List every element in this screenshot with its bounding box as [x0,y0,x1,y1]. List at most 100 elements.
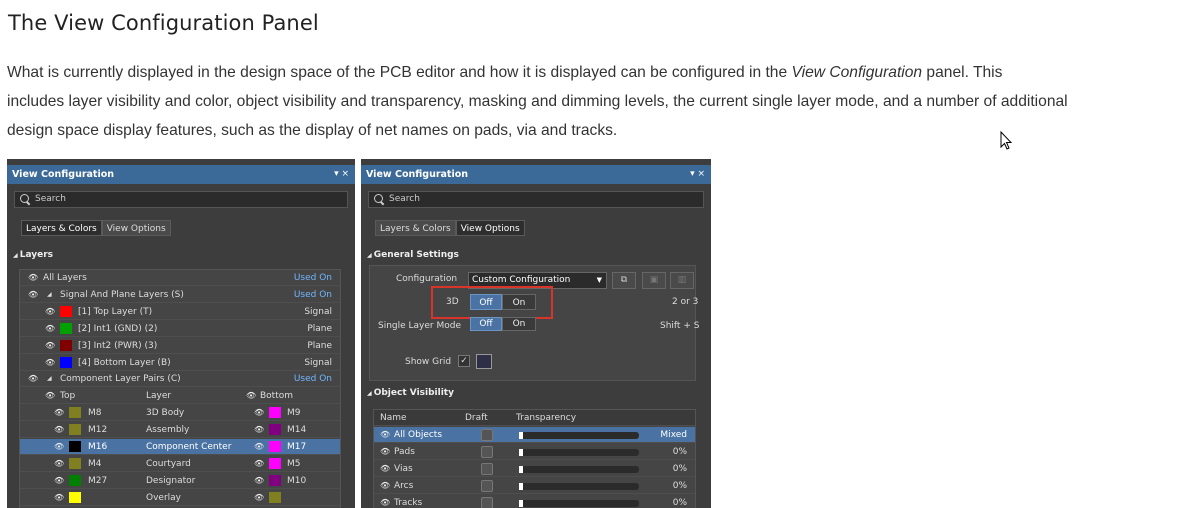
eye-icon[interactable]: 👁 [254,422,264,438]
signal-group-row[interactable]: 👁 ◢ Signal And Plane Layers (S) Used On [20,287,340,303]
transparency-slider[interactable] [519,483,639,490]
used-on-toggle[interactable]: Used On [294,371,332,387]
layer-color-swatch[interactable] [60,323,72,334]
collapse-icon[interactable]: ◢ [47,287,52,303]
layer-color-swatch[interactable] [60,340,72,351]
section-layers[interactable]: Layers [13,250,53,260]
transparency-value: Mixed [660,430,687,440]
eye-icon[interactable]: 👁 [28,371,38,387]
eye-icon[interactable]: 👁 [254,405,264,421]
object-row[interactable]: 👁 Pads 0% [374,444,695,460]
eye-icon[interactable]: 👁 [380,427,390,443]
eye-icon[interactable]: 👁 [54,405,64,421]
show-grid-checkbox[interactable]: ✓ [458,355,470,367]
signal-layer-row[interactable]: 👁 [4] Bottom Layer (B) Signal [20,355,340,371]
top-color-swatch[interactable] [69,424,81,435]
eye-icon[interactable]: 👁 [380,478,390,494]
eye-icon[interactable]: 👁 [254,490,264,506]
component-pair-row[interactable]: 👁 M8 3D Body 👁 M9 [20,405,340,421]
single-off-button[interactable]: Off [470,317,502,331]
eye-icon[interactable]: 👁 [254,473,264,489]
component-pair-row[interactable]: 👁 M12 Assembly 👁 M14 [20,422,340,438]
eye-icon[interactable]: 👁 [254,439,264,455]
add-configuration-icon[interactable]: ⧉ [612,272,636,289]
used-on-toggle[interactable]: Used On [294,287,332,303]
collapse-icon[interactable]: ◢ [47,371,52,387]
top-color-swatch[interactable] [69,475,81,486]
eye-icon[interactable]: 👁 [45,388,55,404]
grid-color-swatch[interactable] [476,354,492,369]
section-object-visibility[interactable]: Object Visibility [367,388,454,398]
bottom-color-swatch[interactable] [269,458,281,469]
signal-layer-row[interactable]: 👁 [1] Top Layer (T) Signal [20,304,340,320]
object-name: Arcs [394,481,414,491]
panel-title: View Configuration [12,169,115,180]
eye-icon[interactable]: 👁 [246,388,256,404]
component-pair-row[interactable]: 👁 M16 Component Center 👁 M17 [20,439,340,455]
top-color-swatch[interactable] [69,492,81,503]
eye-icon[interactable]: 👁 [45,321,55,337]
tab-view-options[interactable]: View Options [101,220,171,236]
eye-icon[interactable]: 👁 [54,490,64,506]
draft-checkbox[interactable] [481,463,493,475]
save-icon[interactable]: ▣ [642,272,666,289]
eye-icon[interactable]: 👁 [380,495,390,508]
eye-icon[interactable]: 👁 [54,422,64,438]
tab-layers-colors[interactable]: Layers & Colors [21,220,102,236]
object-row[interactable]: 👁 Vias 0% [374,461,695,477]
panel-controls[interactable]: ▾ × [334,165,349,184]
eye-icon[interactable]: 👁 [54,439,64,455]
search-input[interactable]: Search [368,191,704,208]
bottom-color-swatch[interactable] [269,492,281,503]
eye-icon[interactable]: 👁 [54,473,64,489]
draft-checkbox[interactable] [481,480,493,492]
top-color-swatch[interactable] [69,441,81,452]
single-shortcut: Shift + S [660,321,700,331]
eye-icon[interactable]: 👁 [380,461,390,477]
all-layers-row[interactable]: 👁 All Layers Used On [20,270,340,286]
tab-layers-colors[interactable]: Layers & Colors [375,220,456,236]
tab-view-options[interactable]: View Options [455,220,525,236]
bottom-color-swatch[interactable] [269,441,281,452]
used-on-toggle[interactable]: Used On [294,270,332,286]
layers-list: 👁 All Layers Used On 👁 ◢ Signal And Plan… [19,269,341,508]
bottom-color-swatch[interactable] [269,407,281,418]
layer-color-swatch[interactable] [60,306,72,317]
draft-checkbox[interactable] [481,446,493,458]
layer-type: Plane [307,341,332,351]
draft-checkbox[interactable] [481,497,493,508]
component-pair-row[interactable]: 👁 M4 Courtyard 👁 M5 [20,456,340,472]
transparency-slider[interactable] [519,432,639,439]
eye-icon[interactable]: 👁 [254,456,264,472]
panel-controls[interactable]: ▾ × [690,165,705,184]
transparency-slider[interactable] [519,500,639,507]
top-color-swatch[interactable] [69,458,81,469]
section-general-settings[interactable]: General Settings [367,250,459,260]
bottom-layer-id: M17 [287,442,307,452]
search-input[interactable]: Search [14,191,348,208]
component-pair-row[interactable]: 👁 M27 Designator 👁 M10 [20,473,340,489]
eye-icon[interactable]: 👁 [54,456,64,472]
layer-color-swatch[interactable] [60,357,72,368]
eye-icon[interactable]: 👁 [380,444,390,460]
signal-layer-row[interactable]: 👁 [3] Int2 (PWR) (3) Plane [20,338,340,354]
component-group-row[interactable]: 👁 ◢ Component Layer Pairs (C) Used On [20,371,340,387]
eye-icon[interactable]: 👁 [45,304,55,320]
bottom-color-swatch[interactable] [269,424,281,435]
object-row[interactable]: 👁 All Objects Mixed [374,427,695,443]
top-color-swatch[interactable] [69,407,81,418]
object-row[interactable]: 👁 Arcs 0% [374,478,695,494]
eye-icon[interactable]: 👁 [28,270,38,286]
transparency-slider[interactable] [519,449,639,456]
component-pair-row[interactable]: 👁 Overlay 👁 [20,490,340,506]
delete-icon[interactable]: ▥ [670,272,694,289]
bottom-color-swatch[interactable] [269,475,281,486]
transparency-slider[interactable] [519,466,639,473]
draft-checkbox[interactable] [481,429,493,441]
object-row[interactable]: 👁 Tracks 0% [374,495,695,508]
single-on-button[interactable]: On [502,317,536,331]
eye-icon[interactable]: 👁 [45,355,55,371]
eye-icon[interactable]: 👁 [28,287,38,303]
eye-icon[interactable]: 👁 [45,338,55,354]
signal-layer-row[interactable]: 👁 [2] Int1 (GND) (2) Plane [20,321,340,337]
